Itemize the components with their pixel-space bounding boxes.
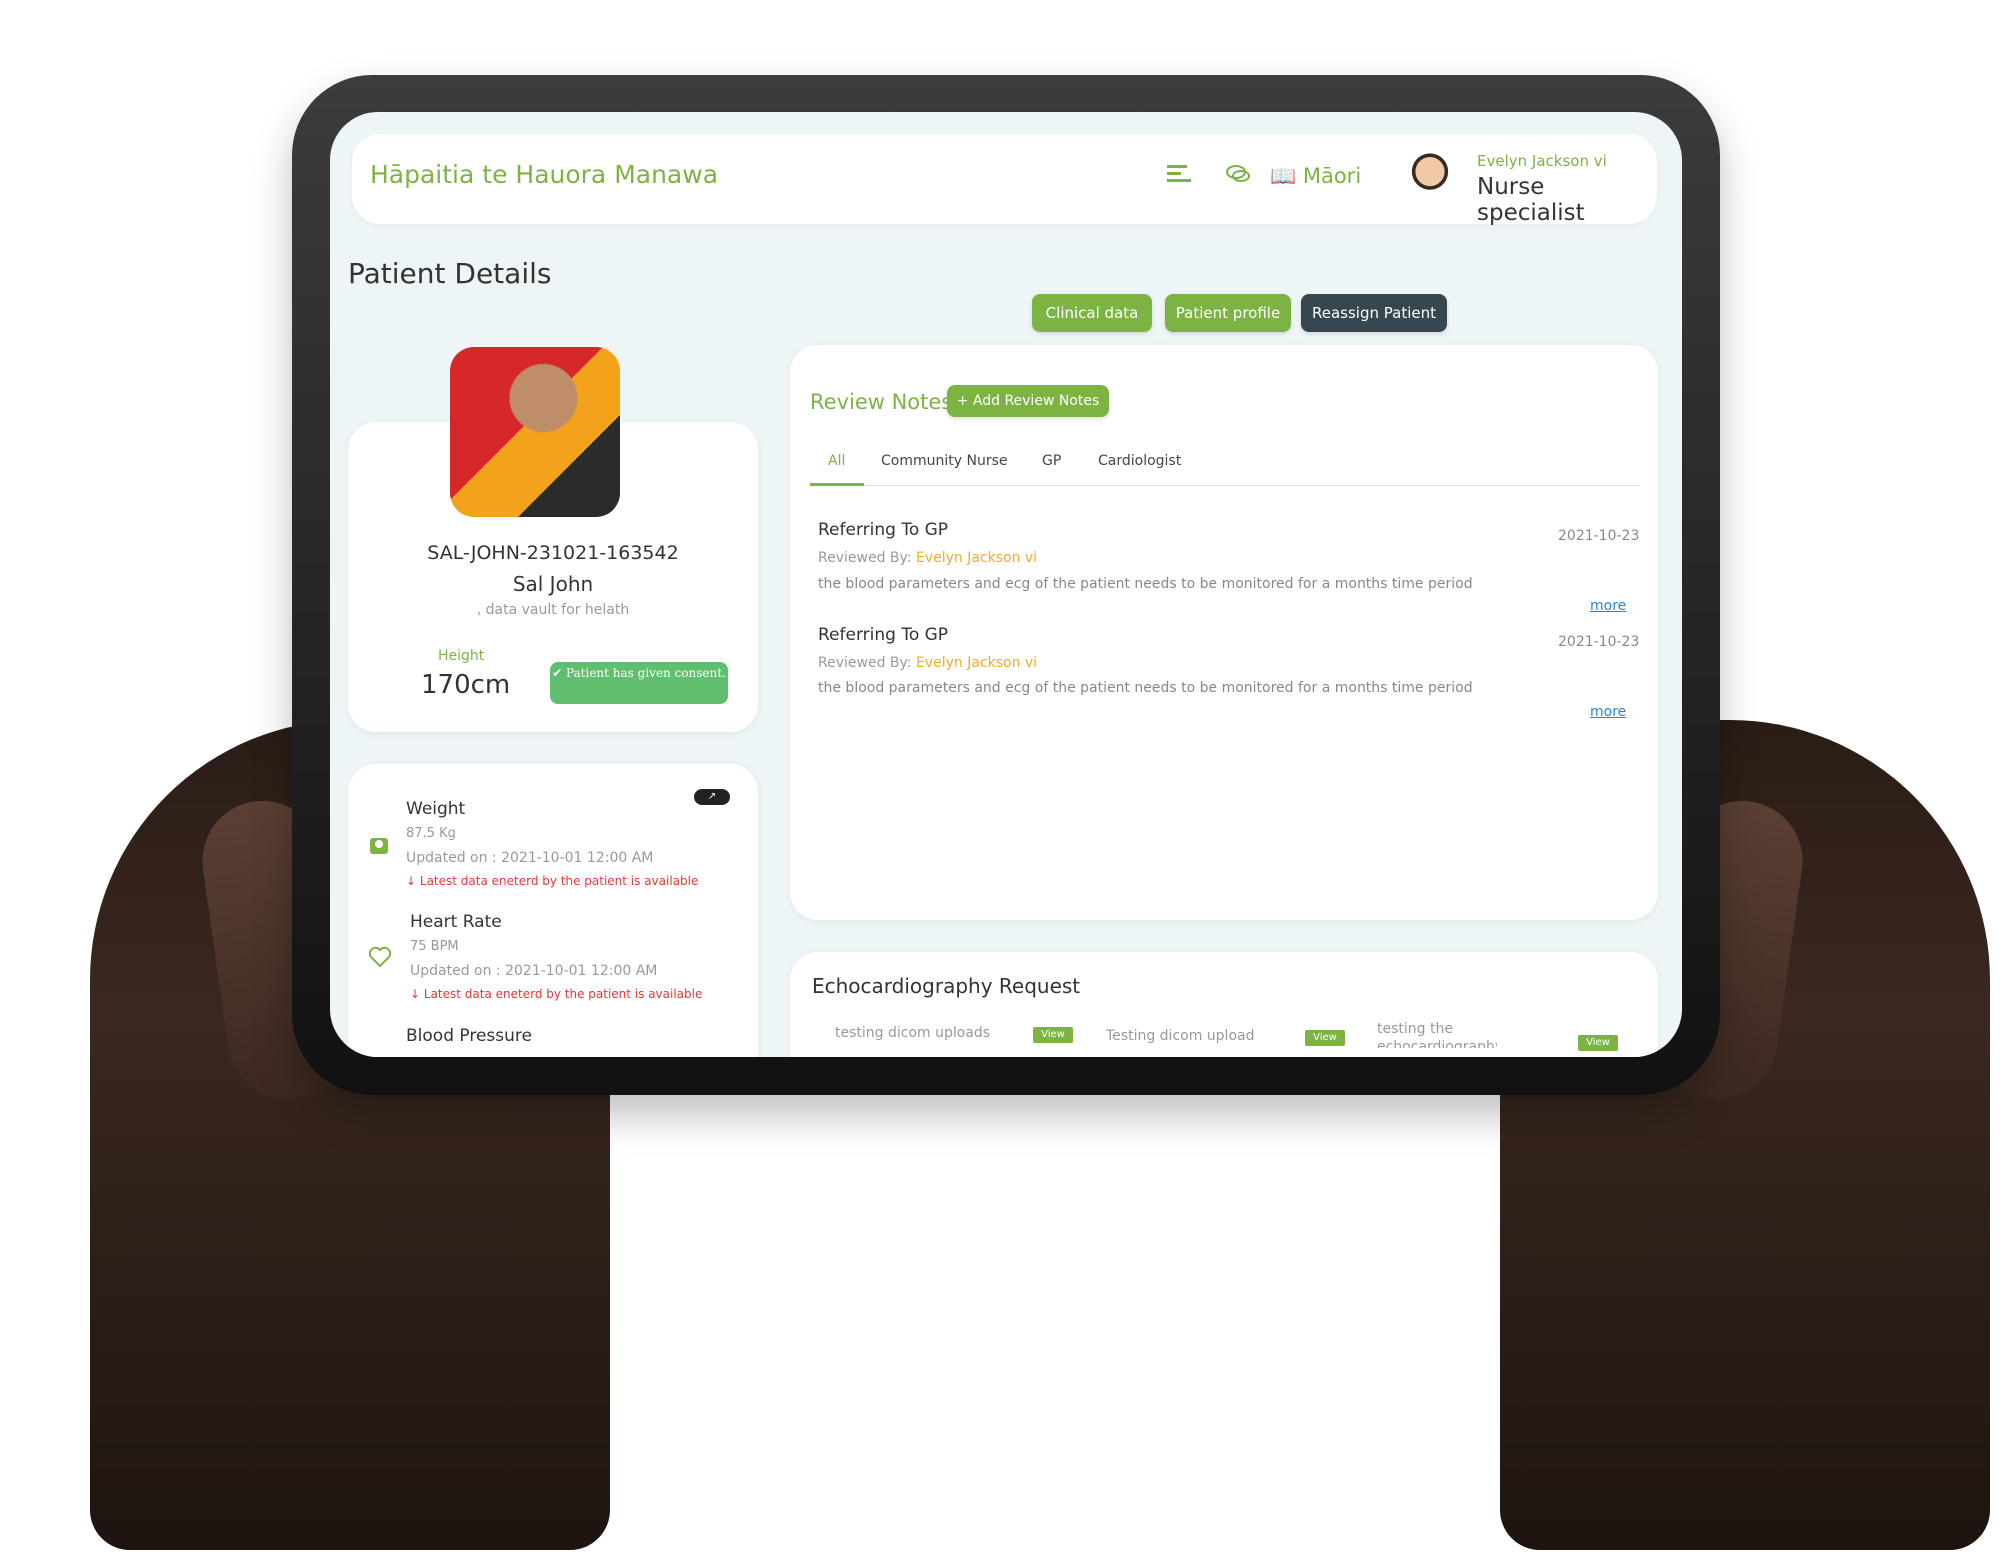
- note-title: Referring To GP: [818, 625, 949, 645]
- chart-icon: ↗: [707, 791, 717, 802]
- vital-updated: Updated on : 2021-10-01 12:00 AM: [410, 963, 658, 979]
- translate-book-icon: 📖: [1270, 164, 1297, 188]
- note-body: the blood parameters and ecg of the pati…: [818, 680, 1473, 696]
- scale-icon: [368, 834, 390, 862]
- top-navbar: Hāpaitia te Hauora Manawa 📖 Māori Evelyn…: [352, 134, 1657, 226]
- height-label: Height: [438, 648, 485, 664]
- tablet-screen: Hāpaitia te Hauora Manawa 📖 Māori Evelyn…: [330, 112, 1682, 1057]
- vital-warning: ↓ Latest data eneterd by the patient is …: [410, 987, 702, 1001]
- reviewed-by-label: Reviewed By:: [818, 655, 912, 671]
- note-date: 2021-10-23: [1558, 528, 1640, 544]
- review-notes-tabs: All Community Nurse GP Cardiologist: [810, 445, 1640, 486]
- reviewed-by-label: Reviewed By:: [818, 550, 912, 566]
- patient-id: SAL-JOHN-231021-163542: [427, 542, 679, 564]
- note-more-link[interactable]: more: [1590, 704, 1626, 720]
- vital-warning-text: Latest data eneterd by the patient is av…: [423, 987, 703, 1001]
- user-name[interactable]: Evelyn Jackson vi: [1477, 152, 1607, 170]
- tab-all[interactable]: All: [828, 453, 845, 469]
- vitals-card: ↗ Weight 87.5 Kg Updated on : 2021-10-01…: [348, 764, 758, 1057]
- chat-bubbles-icon[interactable]: [1225, 162, 1251, 192]
- check-icon: ✔: [552, 666, 563, 680]
- consent-badge: ✔ Patient has given consent.: [550, 662, 728, 704]
- note-body: the blood parameters and ecg of the pati…: [818, 576, 1473, 592]
- menu-lines-icon[interactable]: [1167, 162, 1193, 192]
- add-review-notes-button[interactable]: + Add Review Notes: [947, 385, 1109, 417]
- consent-text: Patient has given consent.: [565, 666, 726, 680]
- tab-community-nurse[interactable]: Community Nurse: [881, 453, 1008, 469]
- patient-subtitle: , data vault for helath: [476, 602, 630, 618]
- vital-warning: ↓ Latest data eneterd by the patient is …: [406, 874, 698, 888]
- vital-value: 75 BPM: [410, 939, 459, 954]
- echo-item-label: testing the echocardiography: [1377, 1021, 1497, 1048]
- echo-view-button[interactable]: View: [1033, 1027, 1073, 1043]
- app-title[interactable]: Hāpaitia te Hauora Manawa: [370, 160, 718, 189]
- echo-item-label: testing dicom uploads: [835, 1025, 991, 1041]
- echocardiography-card: Echocardiography Request testing dicom u…: [790, 952, 1658, 1057]
- chart-toggle-button[interactable]: ↗: [694, 789, 730, 805]
- heart-icon: [368, 946, 392, 974]
- patient-name: Sal John: [512, 572, 594, 596]
- user-role: Nurse specialist: [1477, 174, 1585, 226]
- echo-item-label: Testing dicom upload: [1106, 1028, 1255, 1044]
- review-notes-title: Review Notes: [810, 390, 953, 414]
- reassign-patient-button[interactable]: Reassign Patient: [1301, 294, 1447, 332]
- echo-view-button[interactable]: View: [1305, 1030, 1345, 1046]
- note-more-link[interactable]: more: [1590, 598, 1626, 614]
- echo-title: Echocardiography Request: [812, 974, 1081, 998]
- patient-profile-button[interactable]: Patient profile: [1165, 294, 1291, 332]
- note-date: 2021-10-23: [1558, 634, 1640, 650]
- note-reviewed-by: Reviewed By: Evelyn Jackson vi: [818, 655, 1037, 671]
- vital-title: Blood Pressure: [406, 1026, 532, 1046]
- language-selector[interactable]: 📖 Māori: [1270, 164, 1361, 189]
- active-tab-indicator: [810, 483, 864, 486]
- vital-updated: Updated on : 2021-10-01 12:00 AM: [406, 850, 654, 866]
- tab-gp[interactable]: GP: [1042, 453, 1061, 469]
- height-value: 170cm: [421, 670, 511, 700]
- user-avatar[interactable]: [1404, 152, 1456, 208]
- echo-view-button[interactable]: View: [1578, 1035, 1618, 1051]
- vital-warning-text: Latest data eneterd by the patient is av…: [419, 874, 699, 888]
- arrow-down-icon: ↓: [410, 987, 421, 1001]
- clinical-data-button[interactable]: Clinical data: [1032, 294, 1152, 332]
- language-label: Māori: [1302, 164, 1362, 188]
- page-title: Patient Details: [348, 257, 552, 290]
- vital-value: 87.5 Kg: [406, 826, 456, 841]
- reviewer-name[interactable]: Evelyn Jackson vi: [916, 655, 1037, 671]
- vital-title: Heart Rate: [410, 912, 502, 932]
- arrow-down-icon: ↓: [406, 874, 417, 888]
- note-title: Referring To GP: [818, 520, 949, 540]
- patient-photo: [450, 347, 620, 517]
- review-notes-card: Review Notes + Add Review Notes All Comm…: [790, 345, 1658, 920]
- tab-cardiologist[interactable]: Cardiologist: [1098, 453, 1181, 469]
- reviewer-name[interactable]: Evelyn Jackson vi: [916, 550, 1037, 566]
- vital-title: Weight: [406, 799, 466, 819]
- note-reviewed-by: Reviewed By: Evelyn Jackson vi: [818, 550, 1037, 566]
